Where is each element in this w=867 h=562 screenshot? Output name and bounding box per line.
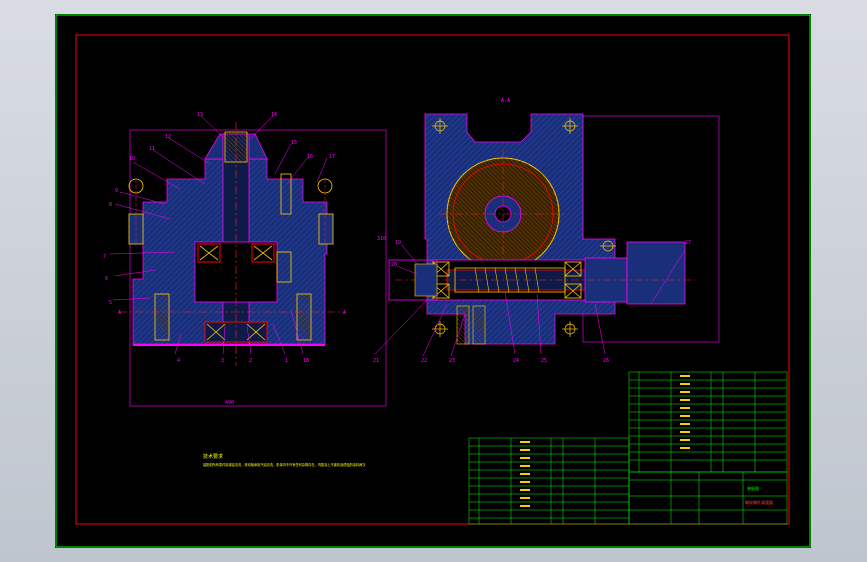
section-mark-left: A	[118, 310, 121, 316]
balloon-3: 3	[221, 358, 224, 364]
parts-list-table[interactable]	[468, 371, 788, 525]
view-label-aa: A-A	[501, 98, 510, 104]
motor-body	[626, 241, 686, 305]
balloon-20: 20	[391, 262, 397, 268]
lower-bolt-b	[472, 305, 486, 345]
drawing-canvas: 4 5 6 7 8 9 10 11 12 13 14 15 16 17 18 1…	[55, 14, 811, 548]
note-line: 装配前所有零件用煤油清洗，滚动轴承用汽油清洗，机体内不许有任何杂物存在，内壁涂上…	[203, 462, 366, 467]
balloon-8: 8	[109, 202, 112, 208]
cad-drawing-viewport[interactable]: 4 5 6 7 8 9 10 11 12 13 14 15 16 17 18 1…	[55, 14, 811, 548]
base-line	[133, 344, 325, 346]
balloon-16: 16	[307, 154, 313, 160]
balloon-2: 2	[249, 358, 252, 364]
balloon-25: 25	[541, 358, 547, 364]
pillar-left	[154, 293, 170, 341]
balloon-12: 12	[165, 134, 171, 140]
balloon-9: 9	[115, 188, 118, 194]
note-heading: 技术要求	[203, 453, 223, 460]
balloon-11: 11	[149, 146, 155, 152]
title-block-name: 蜗轮蜗杆减速器	[745, 499, 773, 505]
balloon-21: 21	[373, 358, 379, 364]
seal-left	[414, 263, 438, 297]
balloon-26: 26	[603, 358, 609, 364]
right-front-view[interactable]: A-A 19 20 21 22 23 24 25 26 27	[373, 98, 720, 364]
balloon-10: 10	[129, 156, 135, 162]
left-section-view[interactable]: 4 5 6 7 8 9 10 11 12 13 14 15 16 17 18 1…	[103, 112, 387, 407]
balloon-24: 24	[513, 358, 519, 364]
balloon-19: 19	[395, 240, 401, 246]
table-entry-marks	[520, 375, 690, 507]
balloon-4: 4	[177, 358, 180, 364]
balloon-22: 22	[421, 358, 427, 364]
balloon-15: 15	[291, 140, 297, 146]
bolt-right	[318, 213, 334, 245]
balloon-23: 23	[449, 358, 455, 364]
section-mark-right: A	[343, 310, 346, 316]
balloon-27: 27	[685, 240, 691, 246]
balloon-17: 17	[329, 154, 335, 160]
balloon-6: 6	[105, 276, 108, 282]
balloon-13: 13	[197, 112, 203, 118]
balloon-14: 14	[271, 112, 277, 118]
balloon-5: 5	[109, 300, 112, 306]
title-block-label: 装配图	[747, 485, 759, 491]
technical-requirements: 技术要求 装配前所有零件用煤油清洗，滚动轴承用汽油清洗，机体内不许有任何杂物存在…	[203, 453, 366, 467]
pillar-right	[296, 293, 312, 341]
dim-height-left: 310	[377, 236, 386, 242]
balloon-18: 18	[303, 358, 309, 364]
lower-bolt-a	[456, 305, 470, 345]
dim-width-left: 490	[225, 400, 234, 406]
balloon-1: 1	[285, 358, 288, 364]
balloon-7: 7	[103, 254, 106, 260]
